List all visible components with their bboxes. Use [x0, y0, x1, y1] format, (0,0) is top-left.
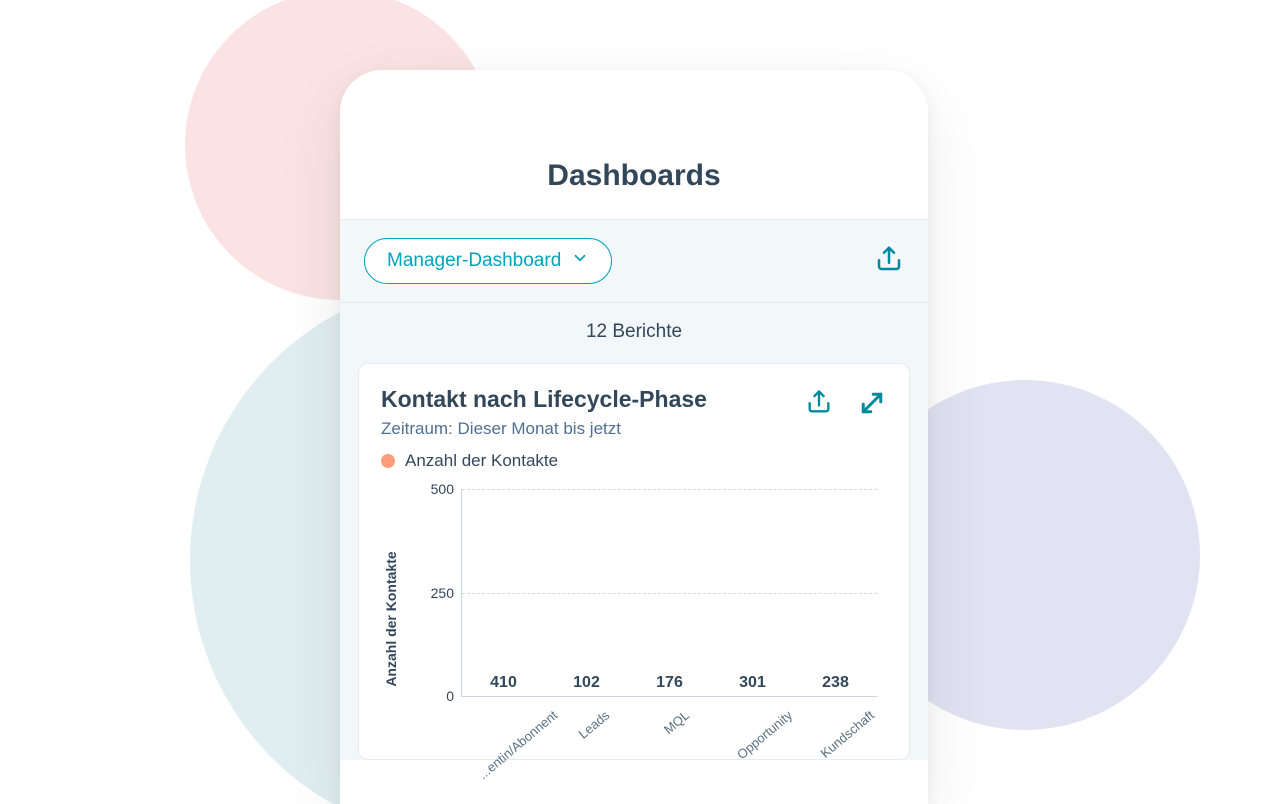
- legend-label: Anzahl der Kontakte: [405, 451, 558, 471]
- canvas: Dashboards Manager-Dashboard 12 Berichte: [0, 0, 1280, 804]
- x-tick-label: MQL: [635, 699, 703, 759]
- share-icon: [874, 244, 904, 279]
- chart-x-axis: ...entin/AbonnentLeadsMQLOpportunityKund…: [461, 699, 877, 759]
- expand-icon: [857, 388, 887, 423]
- bar-value-label: 238: [822, 674, 849, 692]
- bar-column: 238: [802, 674, 870, 696]
- bar-chart: Anzahl der Kontakte 410102176301238 0250…: [401, 479, 887, 759]
- report-subtitle: Zeitraum: Dieser Monat bis jetzt: [381, 419, 783, 439]
- y-axis-label: Anzahl der Kontakte: [383, 551, 399, 686]
- dashboard-select-label: Manager-Dashboard: [387, 250, 561, 272]
- dashboard-toolbar: Manager-Dashboard: [340, 220, 928, 303]
- bar-value-label: 301: [739, 674, 766, 692]
- chart-legend: Anzahl der Kontakte: [381, 451, 783, 471]
- mobile-frame: Dashboards Manager-Dashboard 12 Berichte: [340, 70, 928, 804]
- chart-plot-area: 410102176301238 0250500: [461, 489, 877, 697]
- report-expand-button[interactable]: [857, 388, 887, 423]
- y-tick-label: 250: [414, 585, 454, 601]
- dashboard-select-button[interactable]: Manager-Dashboard: [364, 238, 612, 284]
- bar-column: 176: [636, 674, 704, 696]
- chevron-down-icon: [571, 249, 589, 273]
- x-tick-label: ...entin/Abonnent: [469, 699, 537, 759]
- grid-line: [462, 593, 877, 594]
- share-icon: [805, 388, 833, 423]
- reports-list: Kontakt nach Lifecycle-Phase Zeitraum: D…: [340, 363, 928, 760]
- grid-line: [462, 489, 877, 490]
- x-tick-label: Opportunity: [718, 699, 786, 759]
- app-header: Dashboards: [340, 70, 928, 220]
- page-title: Dashboards: [547, 159, 720, 219]
- y-tick-label: 500: [414, 481, 454, 497]
- bar-value-label: 102: [573, 674, 600, 692]
- bar-value-label: 176: [656, 674, 683, 692]
- bar-column: 102: [553, 674, 621, 696]
- report-share-button[interactable]: [805, 388, 833, 423]
- report-card-header: Kontakt nach Lifecycle-Phase Zeitraum: D…: [381, 386, 887, 471]
- reports-count-label: 12 Berichte: [340, 303, 928, 363]
- share-button[interactable]: [874, 244, 904, 279]
- legend-dot-icon: [381, 454, 395, 468]
- report-card: Kontakt nach Lifecycle-Phase Zeitraum: D…: [358, 363, 910, 760]
- bar-column: 410: [470, 674, 538, 696]
- y-tick-label: 0: [414, 688, 454, 704]
- report-title: Kontakt nach Lifecycle-Phase: [381, 386, 783, 413]
- bar-column: 301: [719, 674, 787, 696]
- bar-value-label: 410: [490, 674, 517, 692]
